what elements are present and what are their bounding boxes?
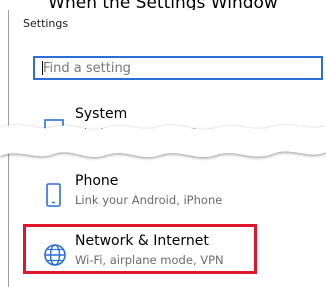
settings-item-title: Phone — [75, 173, 119, 189]
search-box[interactable] — [33, 56, 323, 80]
search-input[interactable] — [35, 58, 321, 78]
highlight-box — [23, 224, 257, 274]
settings-item-phone[interactable]: Phone Link your Android, iPhone — [33, 173, 323, 225]
settings-item-description: Link your Android, iPhone — [75, 193, 223, 207]
torn-edge — [0, 125, 326, 158]
phone-icon — [46, 183, 61, 207]
text-caret — [42, 61, 43, 75]
window-title: Settings — [23, 17, 69, 30]
